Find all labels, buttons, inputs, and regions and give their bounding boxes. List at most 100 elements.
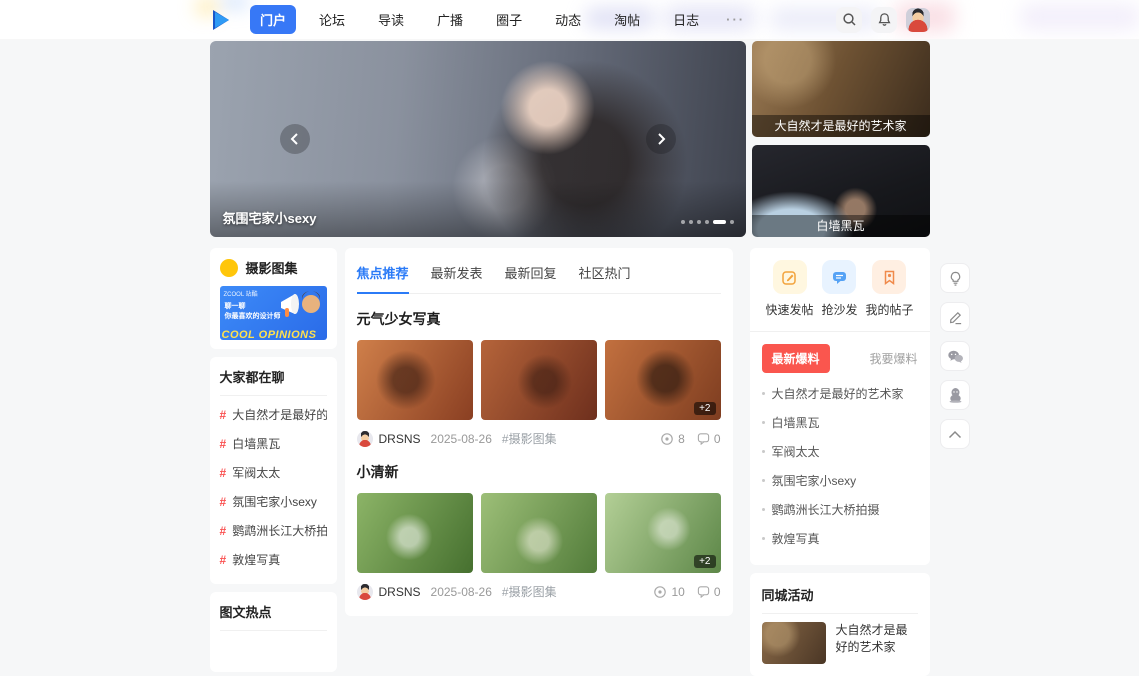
chat-topic-item[interactable]: # 氛围宅家小sexy: [220, 487, 327, 516]
pencil-icon: [948, 310, 963, 325]
views-count: 10: [671, 585, 684, 599]
tab-community-hot[interactable]: 社区热门: [579, 260, 631, 293]
carousel-dot[interactable]: [697, 220, 701, 224]
write-post-button[interactable]: [940, 302, 970, 332]
search-button[interactable]: [836, 7, 862, 33]
post-title[interactable]: 小清新: [357, 462, 721, 482]
first-reply-button[interactable]: 抢沙发: [821, 260, 857, 318]
post-meta: DRSNS 2025-08-26 #摄影图集 10: [357, 583, 721, 600]
main-nav: 门户 论坛 导读 广播 圈子 动态 淘帖 日志 ···: [250, 5, 749, 34]
news-item[interactable]: 氛围宅家小sexy: [762, 466, 918, 495]
wechat-icon: [947, 349, 964, 364]
feed-post: 小清新 +2 DRSNS 2025-08-26 #摄影图集: [357, 462, 721, 600]
quick-actions-card: 快速发帖 抢沙发: [750, 248, 930, 565]
nav-item-collections[interactable]: 淘帖: [604, 5, 650, 34]
carousel-dot[interactable]: [689, 220, 693, 224]
news-label: 氛围宅家小sexy: [772, 472, 857, 489]
nav-item-portal[interactable]: 门户: [250, 5, 296, 34]
news-item[interactable]: 鹦鹉洲长江大桥拍摄: [762, 495, 918, 524]
post-thumbnails: +2: [357, 340, 721, 420]
carousel-caption[interactable]: 氛围宅家小sexy: [223, 208, 317, 227]
hashtag-icon: #: [220, 495, 227, 509]
nav-item-groups[interactable]: 圈子: [486, 5, 532, 34]
author-avatar[interactable]: [357, 431, 373, 447]
hashtag-icon: #: [220, 408, 227, 422]
carousel-dot[interactable]: [730, 220, 734, 224]
side-banner-white-wall[interactable]: 白墙黑瓦: [752, 145, 930, 237]
side-banner-caption: 白墙黑瓦: [752, 215, 930, 237]
bullet-dot-icon: [762, 537, 765, 540]
views-stat: 10: [653, 585, 684, 599]
carousel-dot[interactable]: [705, 220, 709, 224]
hashtag-icon: #: [220, 466, 227, 480]
news-item[interactable]: 白墙黑瓦: [762, 408, 918, 437]
news-header-row: 最新爆料 我要爆料: [762, 344, 918, 373]
back-to-top-button[interactable]: [940, 419, 970, 449]
tips-button[interactable]: [940, 263, 970, 293]
site-logo-icon[interactable]: [208, 7, 234, 33]
nav-more-button[interactable]: ···: [722, 7, 749, 32]
latest-news-button[interactable]: 最新爆料: [762, 344, 830, 373]
news-item[interactable]: 大自然才是最好的艺术家: [762, 379, 918, 408]
post-tag[interactable]: #摄影图集: [502, 583, 557, 600]
nav-item-guide[interactable]: 导读: [368, 5, 414, 34]
forum-logo-icon: [220, 259, 238, 277]
local-event-item[interactable]: 大自然才是最好的艺术家: [762, 622, 918, 664]
tab-latest-replies[interactable]: 最新回复: [505, 260, 557, 293]
post-title[interactable]: 元气少女写真: [357, 309, 721, 329]
post-thumbnail[interactable]: [357, 493, 473, 573]
side-banner-nature[interactable]: 大自然才是最好的艺术家: [752, 41, 930, 137]
feed-column: 焦点推荐 最新发表 最新回复 社区热门 元气少女写真 +2: [345, 248, 733, 616]
quick-actions: 快速发帖 抢沙发: [762, 260, 918, 318]
forum-header[interactable]: 摄影图集: [220, 258, 327, 277]
chat-topic-label: 白墙黑瓦: [232, 435, 280, 452]
author-avatar[interactable]: [357, 584, 373, 600]
tab-latest-posts[interactable]: 最新发表: [431, 260, 483, 293]
nav-item-broadcast[interactable]: 广播: [427, 5, 473, 34]
news-item[interactable]: 军阀太太: [762, 437, 918, 466]
feed-card: 焦点推荐 最新发表 最新回复 社区热门 元气少女写真 +2: [345, 248, 733, 616]
bullet-dot-icon: [762, 392, 765, 395]
feed-tabs: 焦点推荐 最新发表 最新回复 社区热门: [357, 260, 721, 294]
nav-item-feed[interactable]: 动态: [545, 5, 591, 34]
post-thumbnail[interactable]: [481, 493, 597, 573]
extra-images-badge: +2: [694, 402, 715, 415]
bullet-dot-icon: [762, 450, 765, 453]
post-thumbnail[interactable]: [481, 340, 597, 420]
wechat-share-button[interactable]: [940, 341, 970, 371]
chat-topic-item[interactable]: # 敦煌写真: [220, 545, 327, 574]
main-row: 摄影图集 ZCOOL 站酷 聊一聊 你最喜欢的设计师 COOL OPINIONS: [210, 248, 930, 676]
hero-carousel[interactable]: 氛围宅家小sexy: [210, 41, 746, 237]
qq-share-button[interactable]: [940, 380, 970, 410]
news-label: 鹦鹉洲长江大桥拍摄: [772, 501, 880, 518]
submit-news-link[interactable]: 我要爆料: [869, 350, 917, 367]
eye-icon: [653, 585, 667, 599]
post-tag[interactable]: #摄影图集: [502, 430, 557, 447]
my-posts-button[interactable]: 我的帖子: [865, 260, 913, 318]
chat-topic-item[interactable]: # 军阀太太: [220, 458, 327, 487]
carousel-dot[interactable]: [681, 220, 685, 224]
nav-item-blog[interactable]: 日志: [663, 5, 709, 34]
carousel-prev-button[interactable]: [280, 124, 310, 154]
post-thumbnail[interactable]: +2: [605, 493, 721, 573]
chat-topic-item[interactable]: # 白墙黑瓦: [220, 429, 327, 458]
post-thumbnail[interactable]: +2: [605, 340, 721, 420]
post-author[interactable]: DRSNS: [379, 432, 421, 446]
user-avatar[interactable]: [906, 8, 930, 32]
news-item[interactable]: 敦煌写真: [762, 524, 918, 553]
notifications-button[interactable]: [871, 7, 897, 33]
post-author[interactable]: DRSNS: [379, 585, 421, 599]
quick-post-button[interactable]: 快速发帖: [766, 260, 814, 318]
post-thumbnail[interactable]: [357, 340, 473, 420]
chat-topic-item[interactable]: # 大自然才是最好的艺术: [220, 400, 327, 429]
comments-stat: 0: [697, 585, 721, 599]
carousel-dots: [681, 220, 734, 224]
views-stat: 8: [660, 432, 685, 446]
carousel-next-button[interactable]: [646, 124, 676, 154]
ad-banner[interactable]: ZCOOL 站酷 聊一聊 你最喜欢的设计师 COOL OPINIONS: [220, 286, 327, 340]
chat-topic-item[interactable]: # 鹦鹉洲长江大桥拍摄: [220, 516, 327, 545]
hero-row: 氛围宅家小sexy 大自然才是最好的艺术家 白墙黑瓦: [210, 41, 930, 237]
carousel-dot-active[interactable]: [713, 220, 726, 224]
nav-item-forum[interactable]: 论坛: [309, 5, 355, 34]
tab-featured[interactable]: 焦点推荐: [357, 260, 409, 294]
